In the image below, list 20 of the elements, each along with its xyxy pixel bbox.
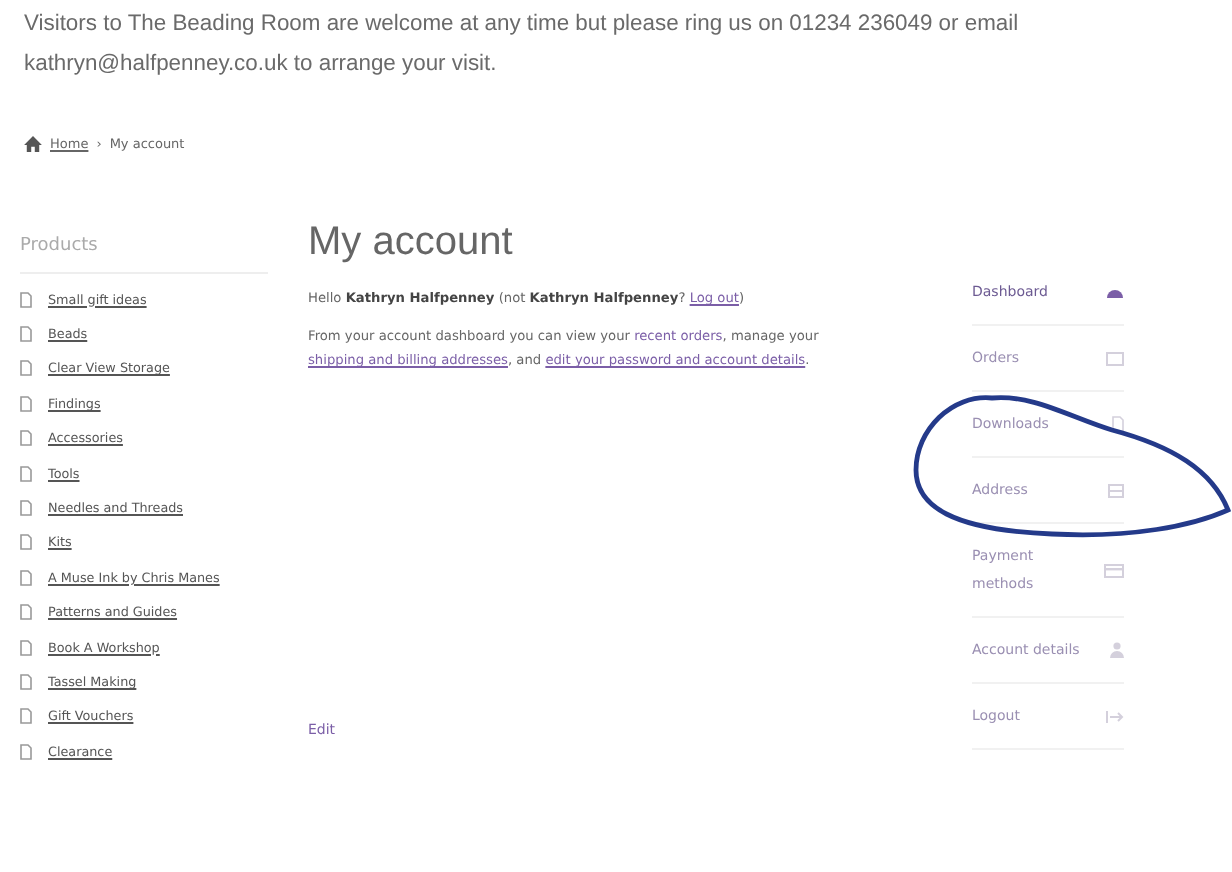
document-icon bbox=[20, 430, 32, 447]
document-icon bbox=[20, 708, 32, 725]
box-icon bbox=[1106, 351, 1124, 365]
notice-text: kathryn@halfpenney.co.uk to arrange your visit. bbox=[24, 50, 499, 80]
document-icon bbox=[20, 743, 32, 760]
home-icon[interactable] bbox=[24, 136, 42, 152]
card-icon bbox=[1108, 483, 1124, 497]
person-icon bbox=[1110, 642, 1124, 658]
document-icon bbox=[1112, 416, 1124, 432]
page-title: My account bbox=[308, 220, 513, 266]
notice-text: Visitors to The Beading Room are welcome at any time but please ring us on 01234 236049 or email bbox=[24, 10, 1021, 40]
document-icon bbox=[20, 291, 32, 308]
document-icon bbox=[20, 604, 32, 621]
document-icon bbox=[20, 395, 32, 412]
sidebar-heading: Products bbox=[20, 236, 100, 260]
document-icon bbox=[20, 569, 32, 586]
exit-icon bbox=[1106, 709, 1124, 723]
credit-card-icon bbox=[1104, 563, 1124, 577]
gauge-icon bbox=[1106, 284, 1124, 300]
document-icon bbox=[20, 465, 32, 482]
